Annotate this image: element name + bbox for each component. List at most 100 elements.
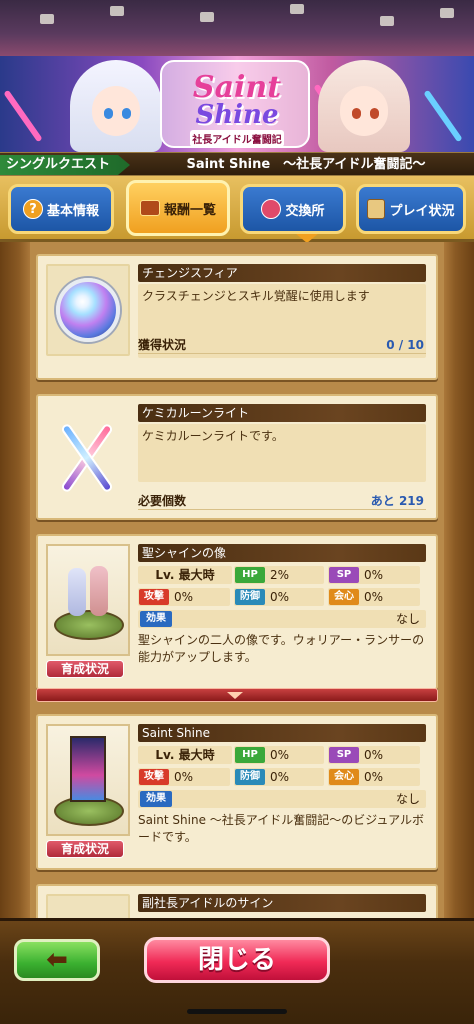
effect-value: なし xyxy=(395,792,420,806)
hp-tag: HP xyxy=(235,747,265,763)
statue-figure-left xyxy=(68,568,86,616)
scroll-icon xyxy=(367,199,386,219)
idol-character-left xyxy=(70,60,162,152)
tab-label: 基本情報 xyxy=(46,203,99,219)
defense-value: 0% xyxy=(270,590,290,604)
stage-light xyxy=(200,12,214,22)
home-indicator xyxy=(187,1009,287,1014)
tab-exchange[interactable]: 交換所 xyxy=(240,184,346,234)
event-banner: Saint Shine 社長アイドル奮闘記 xyxy=(0,56,474,152)
treasure-chest-icon xyxy=(139,200,160,216)
stage-light xyxy=(110,6,124,16)
attack-value: 0% xyxy=(174,590,194,604)
tab-basic-info[interactable]: ? 基本情報 xyxy=(8,184,114,234)
left-arrow-icon: ⬅ xyxy=(46,945,68,975)
level-max-label: Lv. 最大時 xyxy=(138,566,232,584)
effect-tag: 効果 xyxy=(140,791,172,807)
effect-tag: 効果 xyxy=(140,611,172,627)
reward-item-card: チェンジスフィア クラスチェンジとスキル覚醒に使用します 獲得状況 0 / 10 xyxy=(36,254,438,380)
reward-list[interactable]: チェンジスフィア クラスチェンジとスキル覚醒に使用します 獲得状況 0 / 10… xyxy=(30,242,444,918)
expand-bar[interactable] xyxy=(36,688,438,702)
character-eye xyxy=(104,108,113,119)
back-button[interactable]: ⬅ xyxy=(14,939,100,981)
light-ray xyxy=(423,89,463,143)
effect-value: なし xyxy=(395,612,420,626)
tab-label: 報酬一覧 xyxy=(163,202,216,218)
defense-value: 0% xyxy=(270,770,290,784)
item-desc-box: ケミカルーンライトです。 xyxy=(138,424,426,482)
critical-stat: 会心 0% xyxy=(328,768,420,786)
quest-title: Saint Shine 〜社長アイドル奮闘記〜 xyxy=(186,157,426,172)
attack-stat: 攻撃 0% xyxy=(138,588,230,606)
stat-row-2: 攻撃 0% 防御 0% 会心 0% xyxy=(138,768,426,786)
character-eye xyxy=(370,108,379,119)
sp-value: 0% xyxy=(364,568,384,582)
sp-tag: SP xyxy=(329,567,359,583)
visual-board xyxy=(70,736,106,802)
sp-tag: SP xyxy=(329,747,359,763)
change-sphere-orb-icon xyxy=(56,278,120,342)
sp-stat: SP 0% xyxy=(328,566,420,584)
statue-image xyxy=(46,544,130,656)
item-footer-value: あと 219 xyxy=(370,494,424,508)
attack-stat: 攻撃 0% xyxy=(138,768,230,786)
stage-light xyxy=(290,4,304,14)
critical-tag: 会心 xyxy=(329,769,359,785)
item-description: クラスチェンジとスキル覚醒に使用します xyxy=(142,289,370,303)
item-footer-label: 必要個数 xyxy=(138,494,187,508)
item-footer-value: 0 / 10 xyxy=(386,338,424,352)
defense-stat: 防御 0% xyxy=(234,588,324,606)
stage-background xyxy=(0,0,474,56)
item-footer: 必要個数 あと 219 xyxy=(138,492,426,510)
critical-value: 0% xyxy=(364,590,384,604)
hp-tag: HP xyxy=(235,567,265,583)
exchange-bag-icon xyxy=(261,199,282,219)
character-eye xyxy=(352,108,361,119)
logo-subtitle: 社長アイドル奮闘記 xyxy=(190,130,284,147)
hp-stat: HP 2% xyxy=(234,566,324,584)
hp-stat: HP 0% xyxy=(234,746,324,764)
tab-play-status[interactable]: プレイ状況 xyxy=(356,184,466,234)
attack-value: 0% xyxy=(174,770,194,784)
attack-tag: 攻撃 xyxy=(139,769,169,785)
sp-stat: SP 0% xyxy=(328,746,420,764)
effect-row: 効果 なし xyxy=(138,790,426,808)
event-logo: Saint Shine 社長アイドル奮闘記 xyxy=(160,60,310,148)
character-eye xyxy=(122,108,131,119)
growth-status-button[interactable]: 育成状況 xyxy=(46,840,124,858)
item-thumbnail xyxy=(46,264,130,356)
statue-platform xyxy=(54,610,124,640)
statue-figure-right xyxy=(90,566,108,616)
hp-value: 2% xyxy=(270,568,290,582)
tab-bar: ? 基本情報 報酬一覧 交換所 プレイ状況 xyxy=(0,176,474,243)
defense-tag: 防御 xyxy=(235,589,265,605)
close-button[interactable]: 閉じる xyxy=(144,937,330,983)
tab-rewards[interactable]: 報酬一覧 xyxy=(126,180,319,243)
expand-arrow-icon xyxy=(227,692,243,699)
stat-row-1: Lv. 最大時 HP 0% SP 0% xyxy=(138,746,426,764)
reward-item-card: ケミカルーンライト ケミカルーンライトです。 必要個数 あと 219 xyxy=(36,394,438,520)
critical-stat: 会心 0% xyxy=(328,588,420,606)
item-name: 副社長アイドルのサイン xyxy=(138,894,426,912)
hp-value: 0% xyxy=(270,748,290,762)
stat-row-2: 攻撃 0% 防御 0% 会心 0% xyxy=(138,588,426,606)
stage-light xyxy=(440,8,454,18)
statue-card: 育成状況 Saint Shine Lv. 最大時 HP 0% SP 0% 攻撃 xyxy=(36,714,438,870)
tab-label: プレイ状況 xyxy=(389,203,455,219)
statue-name: 聖シャインの像 xyxy=(138,544,426,562)
critical-tag: 会心 xyxy=(329,589,359,605)
question-icon: ? xyxy=(22,199,43,219)
stage-light xyxy=(380,16,394,26)
item-thumbnail xyxy=(46,404,130,512)
critical-value: 0% xyxy=(364,770,384,784)
stat-row-1: Lv. 最大時 HP 2% SP 0% xyxy=(138,566,426,584)
logo-line2: Shine xyxy=(195,100,279,130)
statue-description: Saint Shine 〜社長アイドル奮闘記〜のビジュアルボードです。 xyxy=(138,813,424,844)
item-description: ケミカルーンライトです。 xyxy=(142,429,284,443)
attack-tag: 攻撃 xyxy=(139,589,169,605)
character-face xyxy=(340,86,388,136)
game-screen: Saint Shine 社長アイドル奮闘記 シングルクエスト Saint Shi… xyxy=(0,0,474,1024)
growth-status-button[interactable]: 育成状況 xyxy=(46,660,124,678)
level-max-label: Lv. 最大時 xyxy=(138,746,232,764)
sp-value: 0% xyxy=(364,748,384,762)
